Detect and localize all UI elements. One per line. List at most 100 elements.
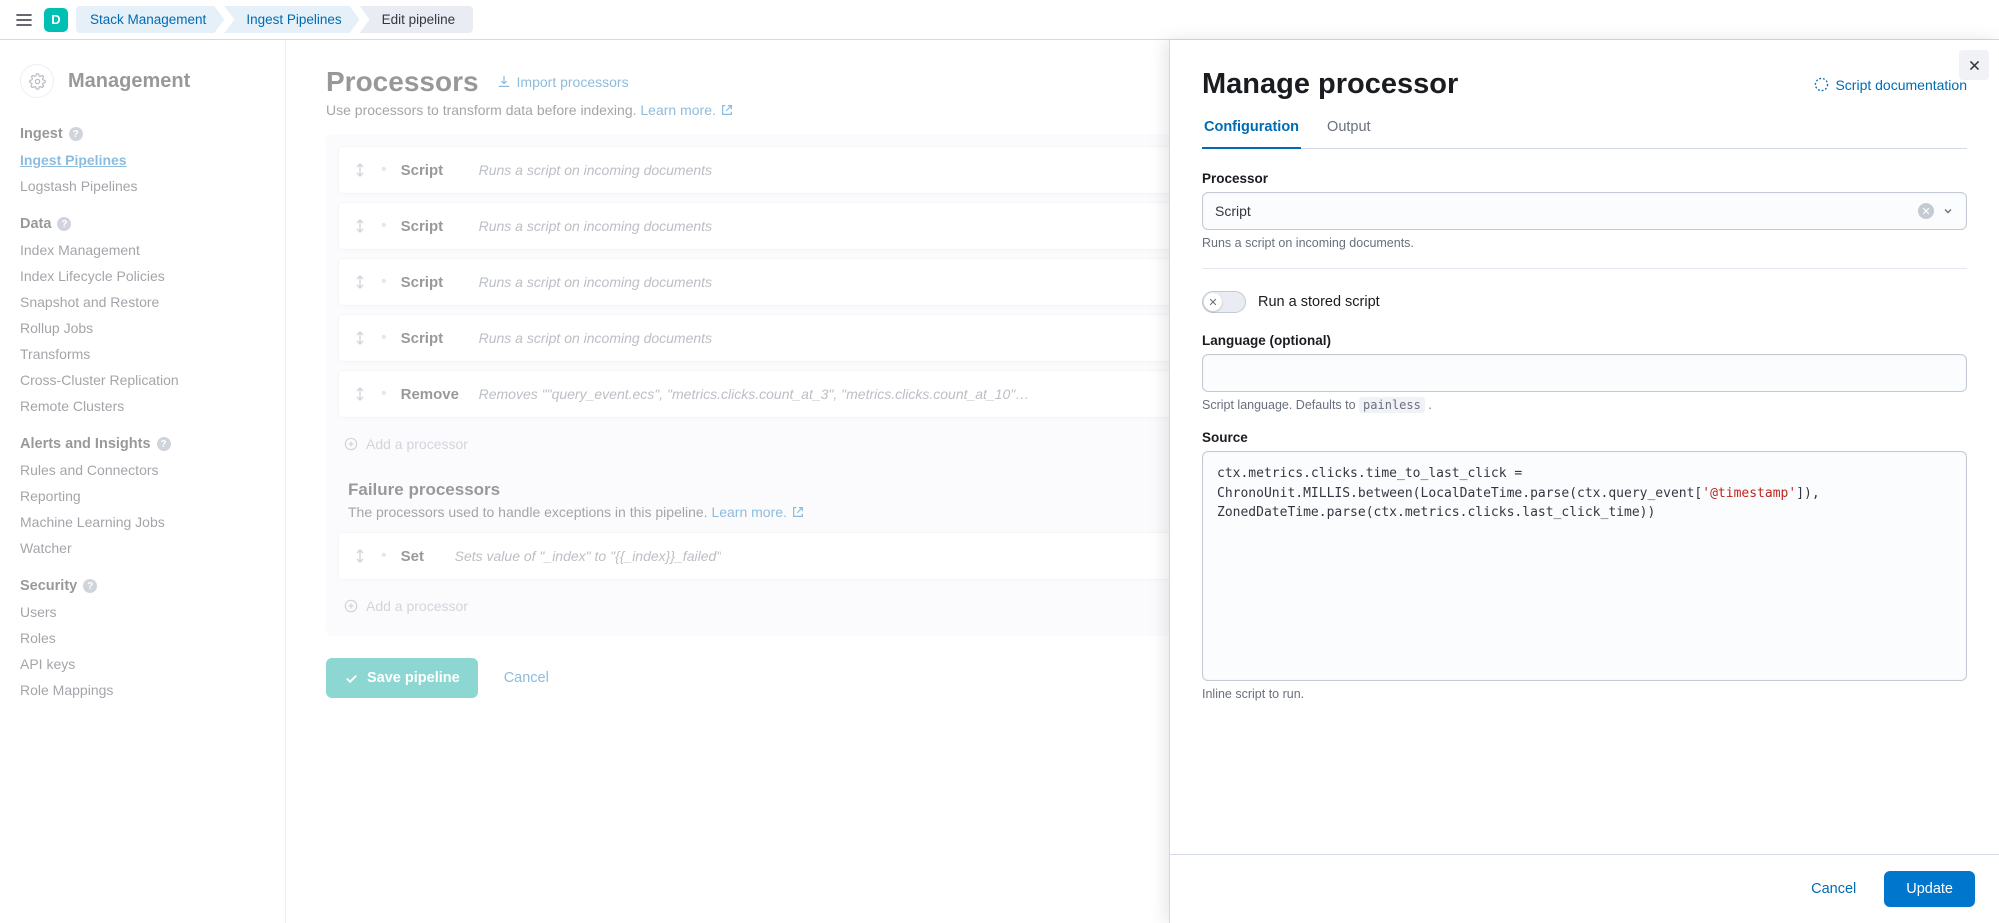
language-input[interactable] [1202, 354, 1967, 392]
cancel-button[interactable]: Cancel [494, 658, 559, 698]
save-pipeline-button[interactable]: Save pipeline [326, 658, 478, 698]
learn-more-link[interactable]: Learn more. [640, 102, 733, 118]
sidebar-item-rules-connectors[interactable]: Rules and Connectors [20, 462, 265, 478]
processor-help-text: Runs a script on incoming documents. [1202, 236, 1967, 250]
sidebar-item-watcher[interactable]: Watcher [20, 540, 265, 556]
sidebar-item-cross-cluster-replication[interactable]: Cross-Cluster Replication [20, 372, 265, 388]
sidebar-item-snapshot-restore[interactable]: Snapshot and Restore [20, 294, 265, 310]
sidebar-item-users[interactable]: Users [20, 604, 265, 620]
sidebar-item-reporting[interactable]: Reporting [20, 488, 265, 504]
breadcrumb-ingest-pipelines[interactable]: Ingest Pipelines [224, 6, 359, 33]
sidebar-heading-alerts: Alerts and Insights ? [20, 436, 265, 452]
drag-handle-icon[interactable] [353, 163, 367, 177]
external-link-icon [720, 103, 734, 117]
external-link-icon [791, 505, 805, 519]
tab-output[interactable]: Output [1325, 119, 1373, 148]
help-icon[interactable]: ? [57, 217, 71, 231]
sidebar-section-ingest: Ingest ? Ingest Pipelines Logstash Pipel… [20, 126, 265, 194]
help-icon[interactable]: ? [69, 127, 83, 141]
space-avatar[interactable]: D [44, 8, 68, 32]
processor-name: Script [401, 330, 465, 347]
drag-handle-icon[interactable] [353, 331, 367, 345]
breadcrumb-stack-management[interactable]: Stack Management [76, 6, 224, 33]
processor-desc: Sets value of "_index" to "{{_index}}_fa… [455, 548, 722, 564]
hamburger-icon [16, 12, 32, 28]
processor-name: Script [401, 162, 465, 179]
divider [1202, 268, 1967, 269]
sidebar-item-role-mappings[interactable]: Role Mappings [20, 682, 265, 698]
sidebar-item-rollup-jobs[interactable]: Rollup Jobs [20, 320, 265, 336]
sidebar-item-api-keys[interactable]: API keys [20, 656, 265, 672]
status-dot-icon: • [381, 385, 387, 403]
source-code-editor[interactable]: ctx.metrics.clicks.time_to_last_click = … [1202, 451, 1967, 681]
sidebar-heading-ingest: Ingest ? [20, 126, 265, 142]
sidebar: Management Ingest ? Ingest Pipelines Log… [0, 40, 286, 923]
sidebar-item-index-management[interactable]: Index Management [20, 242, 265, 258]
top-nav: D Stack Management Ingest Pipelines Edit… [0, 0, 1999, 40]
processor-desc: Runs a script on incoming documents [479, 274, 712, 290]
sidebar-item-index-lifecycle-policies[interactable]: Index Lifecycle Policies [20, 268, 265, 284]
stored-script-toggle-label: Run a stored script [1258, 294, 1380, 310]
flyout-title: Manage processor [1202, 68, 1458, 101]
sidebar-item-ingest-pipelines[interactable]: Ingest Pipelines [20, 152, 265, 168]
processor-select[interactable]: Script ✕ [1202, 192, 1967, 230]
sidebar-item-ml-jobs[interactable]: Machine Learning Jobs [20, 514, 265, 530]
processor-field-label: Processor [1202, 171, 1967, 186]
processor-name: Script [401, 274, 465, 291]
processor-desc: Runs a script on incoming documents [479, 218, 712, 234]
processor-select-value: Script [1215, 203, 1251, 219]
learn-more-link[interactable]: Learn more. [711, 504, 804, 520]
chevron-down-icon [1942, 205, 1954, 217]
page-title: Processors [326, 66, 479, 98]
drag-handle-icon[interactable] [353, 549, 367, 563]
manage-processor-flyout: Manage processor Script documentation Co… [1169, 40, 1999, 923]
drag-handle-icon[interactable] [353, 387, 367, 401]
sidebar-item-roles[interactable]: Roles [20, 630, 265, 646]
painless-code-tag: painless [1359, 397, 1425, 413]
source-help-text: Inline script to run. [1202, 687, 1967, 701]
plus-circle-icon [344, 437, 358, 451]
flyout-footer: Cancel Update [1170, 854, 1999, 923]
status-dot-icon: • [381, 547, 387, 565]
flyout-cancel-button[interactable]: Cancel [1797, 871, 1870, 907]
toggle-knob: ✕ [1204, 293, 1222, 311]
help-icon[interactable]: ? [83, 579, 97, 593]
import-processors-link[interactable]: Import processors [497, 74, 629, 90]
breadcrumb: Stack Management Ingest Pipelines Edit p… [76, 6, 473, 33]
status-dot-icon: • [381, 329, 387, 347]
sidebar-item-logstash-pipelines[interactable]: Logstash Pipelines [20, 178, 265, 194]
drag-handle-icon[interactable] [353, 219, 367, 233]
import-icon [497, 75, 511, 89]
gear-icon [20, 64, 54, 98]
clear-icon[interactable]: ✕ [1918, 203, 1934, 219]
language-help-text: Script language. Defaults to painless . [1202, 398, 1967, 412]
tab-configuration[interactable]: Configuration [1202, 119, 1301, 149]
processor-desc: Runs a script on incoming documents [479, 330, 712, 346]
processor-name: Remove [401, 386, 465, 403]
processor-name: Set [401, 548, 441, 565]
flyout-update-button[interactable]: Update [1884, 871, 1975, 907]
sidebar-item-remote-clusters[interactable]: Remote Clusters [20, 398, 265, 414]
sidebar-heading-data: Data ? [20, 216, 265, 232]
processor-desc: Runs a script on incoming documents [479, 162, 712, 178]
close-flyout-button[interactable] [1959, 50, 1989, 80]
sidebar-title-text: Management [68, 70, 190, 93]
sidebar-item-transforms[interactable]: Transforms [20, 346, 265, 362]
menu-toggle-button[interactable] [12, 8, 36, 32]
check-icon [344, 671, 359, 686]
sidebar-section-data: Data ? Index Management Index Lifecycle … [20, 216, 265, 414]
source-field-label: Source [1202, 430, 1967, 445]
help-icon[interactable]: ? [157, 437, 171, 451]
stored-script-toggle[interactable]: ✕ [1202, 291, 1246, 313]
plus-circle-icon [344, 599, 358, 613]
processor-desc: Removes ""query_event.ecs", "metrics.cli… [479, 386, 1030, 402]
sidebar-title: Management [20, 64, 265, 98]
sidebar-heading-security: Security ? [20, 578, 265, 594]
sidebar-section-security: Security ? Users Roles API keys Role Map… [20, 578, 265, 698]
flyout-tabs: Configuration Output [1202, 119, 1967, 149]
processor-name: Script [401, 218, 465, 235]
help-circle-icon [1814, 77, 1829, 92]
breadcrumb-current: Edit pipeline [360, 6, 474, 33]
drag-handle-icon[interactable] [353, 275, 367, 289]
script-documentation-link[interactable]: Script documentation [1814, 77, 1967, 93]
